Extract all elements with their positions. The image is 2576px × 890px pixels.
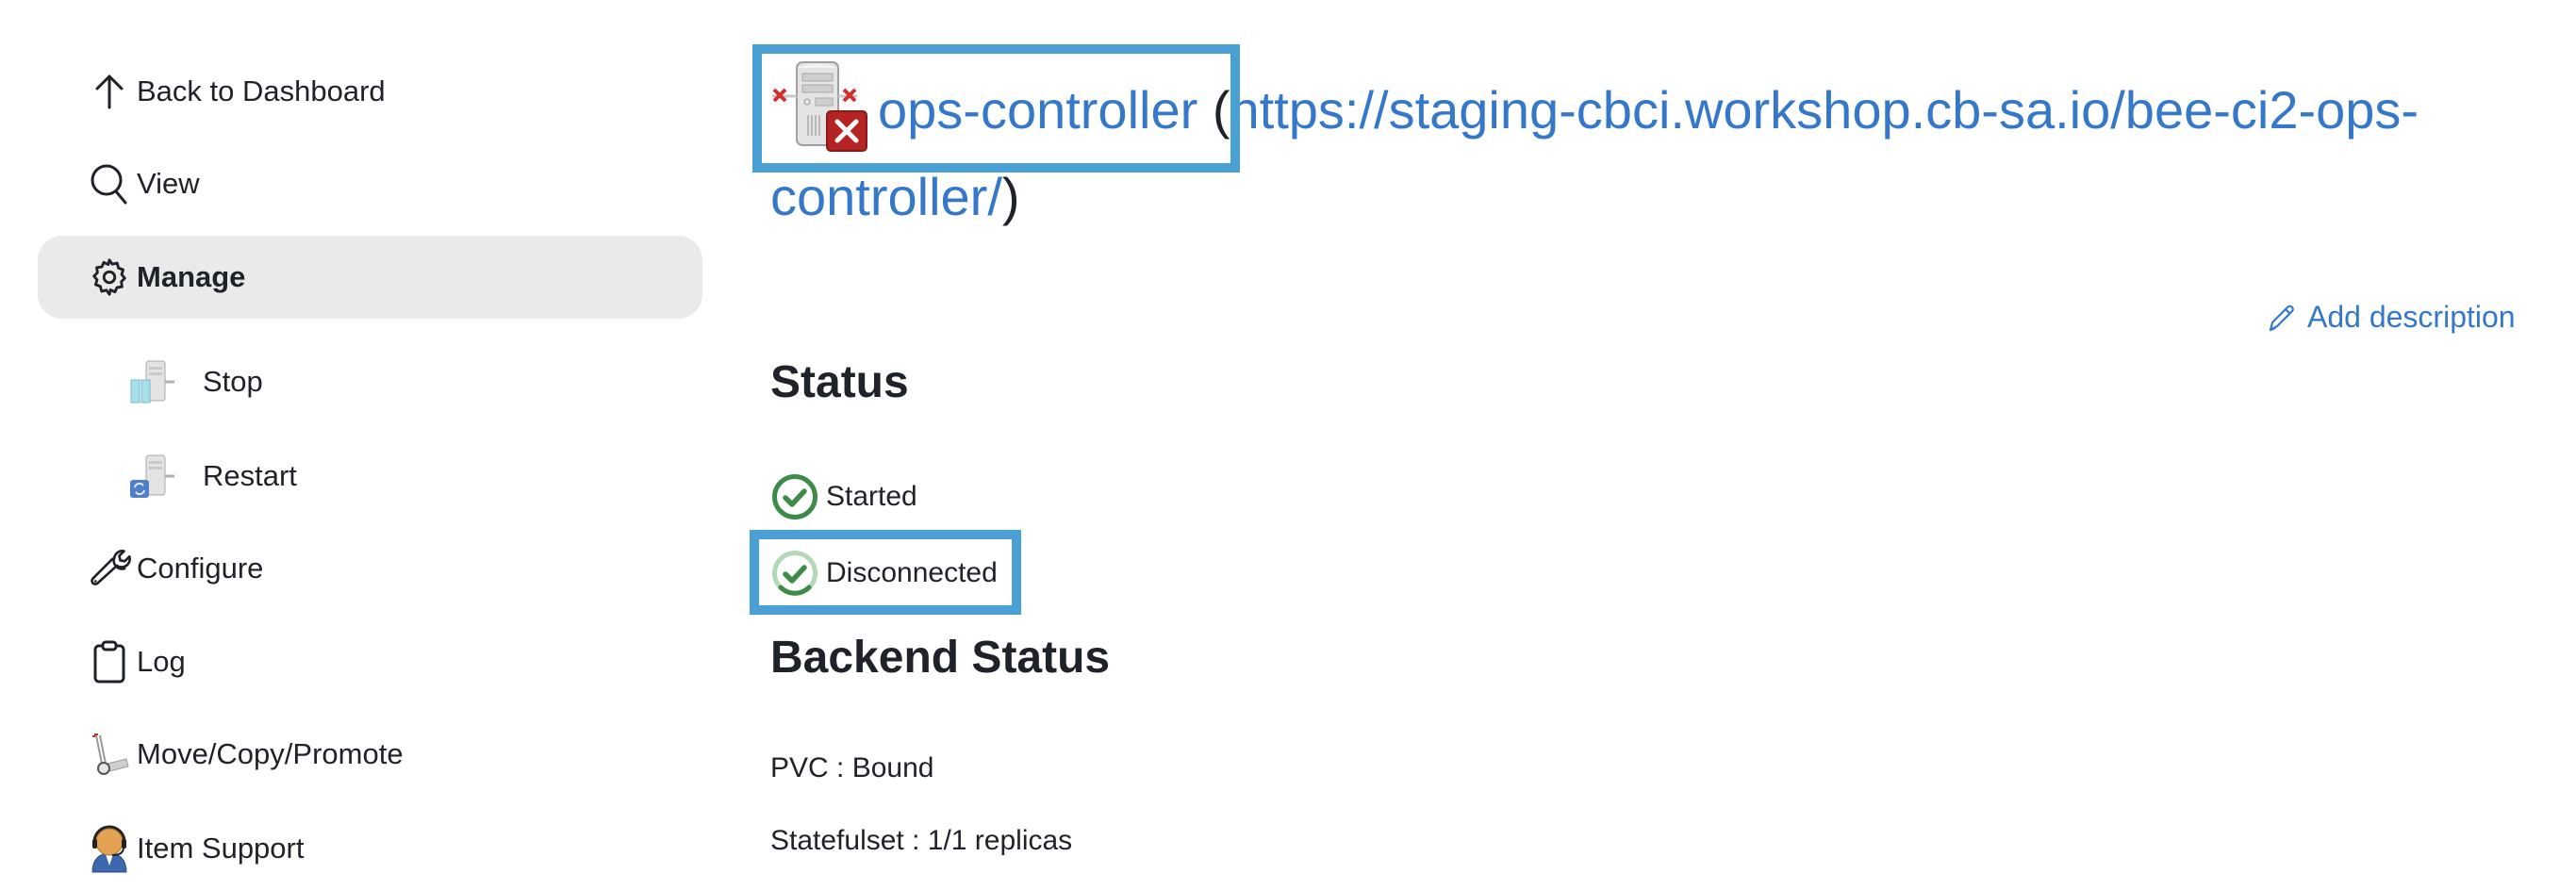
- controller-name-link[interactable]: ops-controller: [878, 80, 1197, 140]
- sidebar-item-configure[interactable]: Configure: [38, 527, 702, 610]
- sidebar-item-label: Restart: [203, 459, 297, 492]
- status-item-started: Started: [771, 473, 917, 520]
- status-label: Started: [826, 481, 917, 512]
- search-icon: [87, 161, 132, 206]
- status-heading: Status: [770, 357, 909, 407]
- check-circle-pending-icon: [771, 550, 818, 597]
- sidebar-item-move-copy-promote[interactable]: Move/Copy/Promote: [38, 713, 702, 796]
- arrow-up-icon: [87, 69, 132, 114]
- clipboard-icon: [87, 639, 132, 684]
- server-restart-icon: [129, 453, 174, 499]
- support-agent-icon: [87, 825, 132, 873]
- pencil-icon: [2268, 303, 2296, 333]
- status-item-disconnected: Disconnected: [771, 550, 998, 597]
- server-stop-icon: [129, 359, 174, 404]
- sidebar-item-label: Manage: [137, 260, 246, 293]
- statefulset-status: Statefulset : 1/1 replicas: [770, 825, 1073, 856]
- page-title: ops-controller (https://staging-cbci.wor…: [770, 58, 2543, 240]
- sidebar-item-stop[interactable]: Stop: [38, 340, 702, 423]
- wrench-icon: [87, 546, 132, 591]
- open-paren: (: [1212, 80, 1230, 140]
- sidebar-item-manage[interactable]: Manage: [38, 236, 702, 319]
- sidebar-item-item-support[interactable]: Item Support: [38, 807, 702, 890]
- gear-icon: [87, 255, 132, 300]
- add-description-label: Add description: [2307, 300, 2516, 334]
- sidebar-item-label: Item Support: [137, 832, 305, 865]
- sidebar-item-view[interactable]: View: [38, 142, 702, 225]
- pvc-status: PVC : Bound: [770, 752, 934, 783]
- backend-status-heading: Backend Status: [770, 633, 1111, 683]
- sidebar-item-label: Stop: [203, 365, 263, 398]
- server-offline-icon: [770, 58, 868, 153]
- sidebar-item-restart[interactable]: Restart: [38, 435, 702, 518]
- sidebar-item-label: Log: [137, 645, 186, 678]
- status-label: Disconnected: [826, 557, 998, 588]
- sidebar-item-label: View: [137, 167, 200, 200]
- sidebar-item-label: Configure: [137, 552, 264, 585]
- sidebar-item-back-to-dashboard[interactable]: Back to Dashboard: [38, 50, 702, 133]
- hand-truck-icon: [87, 732, 132, 777]
- sidebar-item-log[interactable]: Log: [38, 620, 702, 703]
- sidebar-item-label: Move/Copy/Promote: [137, 737, 404, 770]
- check-circle-icon: [771, 473, 818, 520]
- close-paren: ): [1001, 167, 1020, 226]
- add-description-button[interactable]: Add description: [2268, 300, 2516, 335]
- sidebar-item-label: Back to Dashboard: [137, 74, 386, 107]
- title-name-group: ops-controller: [770, 61, 1197, 152]
